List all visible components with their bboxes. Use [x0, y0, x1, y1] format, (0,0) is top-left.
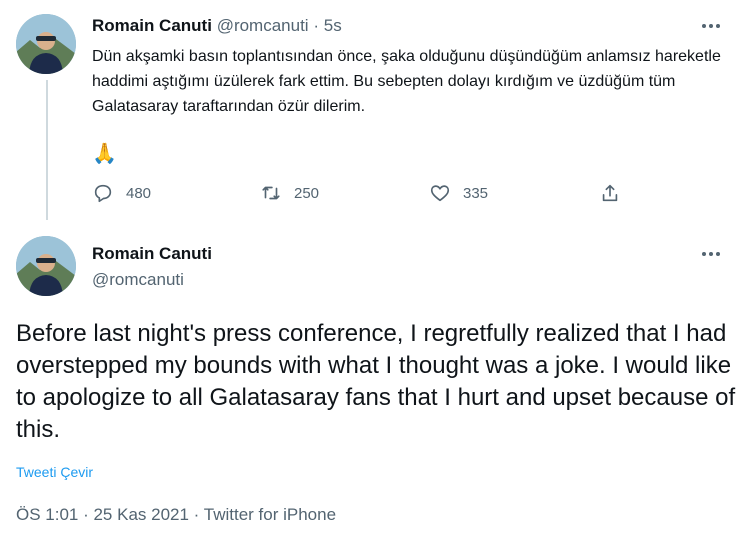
tweet1-action-bar: 480 250 335	[92, 182, 632, 210]
tweet2-more-icon[interactable]	[698, 244, 724, 264]
translate-link[interactable]: Tweeti Çevir	[16, 462, 93, 482]
retweet-icon	[262, 186, 280, 200]
tweet2-author-handle[interactable]: @romcanuti	[92, 268, 184, 292]
tweet2-author-name[interactable]: Romain Canuti	[92, 242, 212, 266]
retweet-count: 250	[294, 184, 320, 202]
tweet1-author-handle[interactable]: @romcanuti	[217, 16, 309, 35]
reply-count: 480	[126, 184, 152, 202]
like-button[interactable]: 335	[429, 182, 488, 204]
tweet2-text: Before last night's press conference, I …	[16, 320, 736, 443]
tweet1-more-icon[interactable]	[698, 16, 724, 36]
reply-button[interactable]: 480	[92, 182, 151, 204]
retweet-button[interactable]: 250	[260, 182, 319, 204]
tweet2-meta: ÖS 1:01 · 25 Kas 2021 · Twitter for iPho…	[16, 505, 337, 524]
avatar-image	[16, 236, 76, 296]
tweet1-time[interactable]: 5s	[324, 16, 342, 35]
tweet1-emoji: 🙏	[92, 143, 117, 165]
share-icon	[602, 184, 618, 202]
tweet1-text: Dün akşamki basın toplantısından önce, ş…	[92, 48, 721, 115]
tweet1-separator: ·	[313, 16, 319, 35]
tweet1-author-name[interactable]: Romain Canuti	[92, 16, 212, 35]
avatar-image	[16, 14, 76, 74]
tweet1-header: Romain Canuti @romcanuti · 5s	[92, 14, 342, 38]
reply-icon	[94, 184, 112, 203]
heart-icon	[430, 185, 450, 202]
like-count: 335	[463, 184, 489, 202]
avatar[interactable]	[16, 236, 76, 296]
avatar[interactable]	[16, 14, 76, 74]
share-button[interactable]	[599, 182, 621, 204]
thread-line	[46, 80, 48, 220]
